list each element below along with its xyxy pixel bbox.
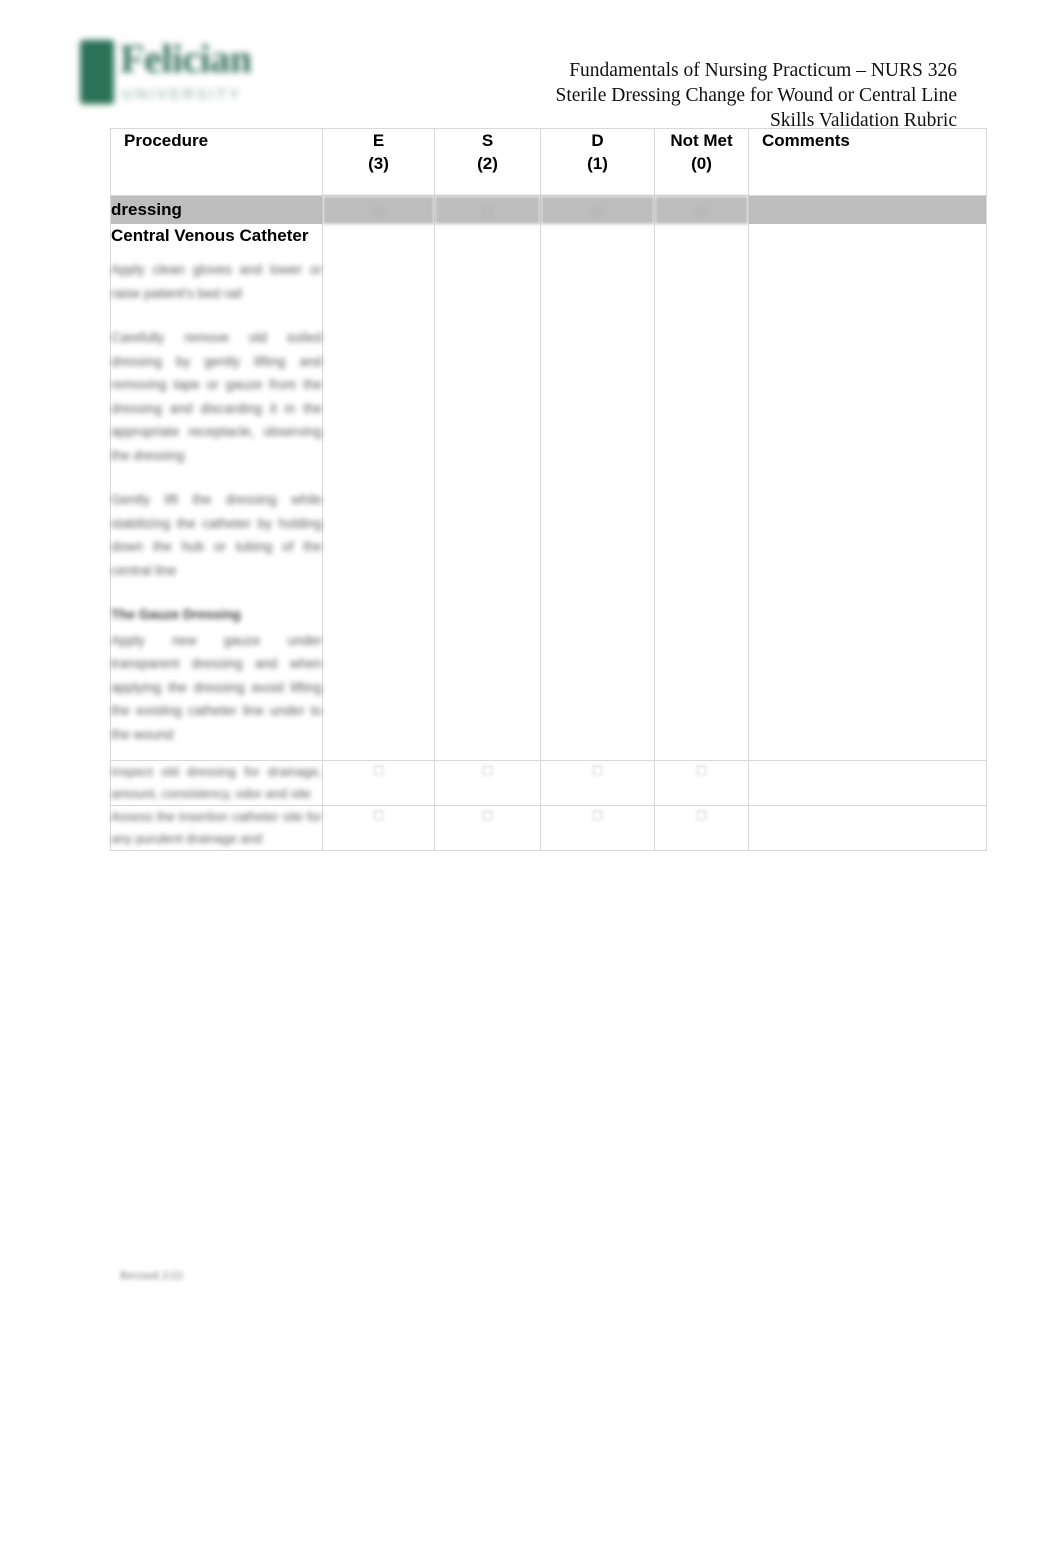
column-header-e-label: E <box>372 131 385 150</box>
rating-mark: □ <box>592 807 603 824</box>
rating-mark: □ <box>373 762 384 779</box>
column-header-procedure-label: Procedure <box>124 131 209 150</box>
column-header-comments: Comments <box>748 128 987 196</box>
procedure-subheading: The Gauze Dressing <box>111 607 241 622</box>
rating-cell-d[interactable]: □ <box>540 760 655 806</box>
column-header-e: E (3) <box>322 128 435 196</box>
rating-cell-e[interactable] <box>322 224 435 761</box>
column-header-e-points: (3) <box>368 154 389 173</box>
column-header-not-met-label: Not Met <box>670 131 733 150</box>
column-header-not-met: Not Met (0) <box>654 128 749 196</box>
rating-mark: □ <box>592 762 603 779</box>
rating-mark: □ <box>482 807 493 824</box>
procedure-cell: Assess the insertion catheter site for a… <box>110 805 323 851</box>
header-title-block: Fundamentals of Nursing Practicum – NURS… <box>555 58 957 133</box>
banded-row-mark-s[interactable]: □ <box>434 195 541 224</box>
column-header-s: S (2) <box>434 128 541 196</box>
comments-cell[interactable] <box>748 805 987 851</box>
banded-row-label: dressing <box>110 195 323 224</box>
column-header-procedure: Procedure <box>110 128 323 196</box>
rating-cell-d[interactable]: □ <box>540 805 655 851</box>
rating-cell-d[interactable] <box>540 224 655 761</box>
section-title: Central Venous Catheter <box>111 226 309 245</box>
rating-mark: □ <box>373 807 384 824</box>
document-page: Felician UNIVERSITY Fundamentals of Nurs… <box>0 0 1062 1556</box>
banded-row-mark-d[interactable]: □ <box>540 195 655 224</box>
banded-row-mark-not-met[interactable]: □ <box>654 195 749 224</box>
procedure-step-text: Apply new gauze under transparent dressi… <box>111 632 322 742</box>
comments-cell[interactable] <box>748 760 987 806</box>
procedure-step-text: Apply clean gloves and lower or raise pa… <box>111 262 322 301</box>
rating-cell-not-met[interactable]: □ <box>654 760 749 806</box>
rating-cell-s[interactable]: □ <box>434 760 541 806</box>
logo-wordmark: Felician <box>120 36 252 81</box>
table-row: Inspect old dressing for drainage, amoun… <box>110 760 987 806</box>
felician-university-logo: Felician UNIVERSITY <box>76 36 304 120</box>
rating-cell-e[interactable]: □ <box>322 760 435 806</box>
banded-row-mark-e[interactable]: □ <box>322 195 435 224</box>
rating-cell-not-met[interactable] <box>654 224 749 761</box>
procedure-step-text: Inspect old dressing for drainage, amoun… <box>111 764 322 801</box>
column-header-d: D (1) <box>540 128 655 196</box>
table-header-row: Procedure E (3) S (2) D (1) Not Met (0) <box>110 128 987 196</box>
rating-mark: □ <box>696 807 707 824</box>
rating-mark: □ <box>482 762 493 779</box>
column-header-comments-label: Comments <box>762 131 850 150</box>
rating-cell-e[interactable]: □ <box>322 805 435 851</box>
rating-cell-not-met[interactable]: □ <box>654 805 749 851</box>
rating-cell-s[interactable] <box>434 224 541 761</box>
procedure-cell: Central Venous Catheter Apply clean glov… <box>110 224 323 761</box>
column-header-d-label: D <box>591 131 604 150</box>
table-row: Central Venous Catheter Apply clean glov… <box>110 224 987 761</box>
column-header-s-label: S <box>481 131 494 150</box>
column-header-s-points: (2) <box>477 154 498 173</box>
table-row-banded: dressing □ □ □ □ <box>110 195 987 224</box>
procedure-step-text: Gently lift the dressing while stabilizi… <box>111 492 322 578</box>
header-line-course: Fundamentals of Nursing Practicum – NURS… <box>569 60 957 81</box>
footer-revision-note: Revised 2/22 <box>120 1268 183 1282</box>
header-line-skill: Sterile Dressing Change for Wound or Cen… <box>555 85 957 106</box>
column-header-not-met-points: (0) <box>691 154 712 173</box>
document-header: Felician UNIVERSITY Fundamentals of Nurs… <box>0 0 1062 133</box>
logo-subtitle: UNIVERSITY <box>122 86 243 103</box>
table-row: Assess the insertion catheter site for a… <box>110 805 987 851</box>
banded-row-comment[interactable] <box>748 195 987 224</box>
procedure-cell: Inspect old dressing for drainage, amoun… <box>110 760 323 806</box>
procedure-step-text: Carefully remove old soiled dressing by … <box>111 330 322 463</box>
rating-cell-s[interactable]: □ <box>434 805 541 851</box>
comments-cell[interactable] <box>748 224 987 761</box>
column-header-d-points: (1) <box>587 154 608 173</box>
procedure-step-text: Assess the insertion catheter site for a… <box>111 809 322 846</box>
logo-mark-icon <box>80 40 114 104</box>
skills-validation-rubric-table: Procedure E (3) S (2) D (1) Not Met (0) <box>110 128 987 851</box>
rating-mark: □ <box>696 762 707 779</box>
